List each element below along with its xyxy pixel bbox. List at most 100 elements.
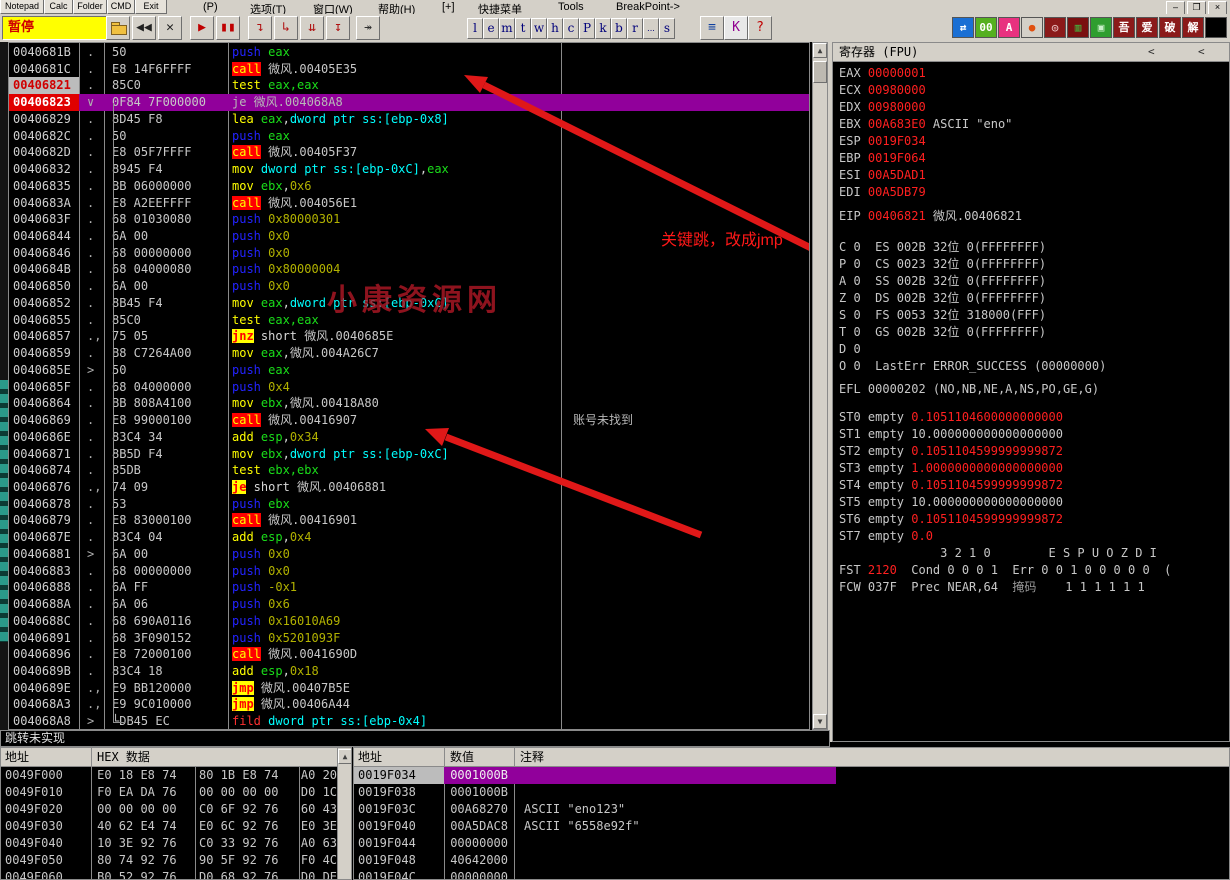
stack-row[interactable]: 0019F04840642000 [354,852,836,869]
stack-row[interactable]: 0019F0380001000B [354,784,836,801]
menu-item[interactable]: (P) [203,1,218,13]
register-line[interactable]: EIP 00406821 微风.00406821 [839,208,1229,225]
dump-row[interactable]: 0049F010F0 EA DA 7600 00 00 00D0 1C [1,784,337,801]
open-file-button[interactable] [106,16,130,40]
disasm-row[interactable]: 0040688C.68 690A0116push 0x16010A69 [9,613,809,630]
help-button[interactable]: ? [748,16,772,40]
registers-pane[interactable]: 寄存器 (FPU) < < EAX 00000001ECX 00980000ED… [832,42,1230,742]
plugin-analyzer-icon[interactable]: A [998,17,1020,38]
register-line[interactable]: EBX 00A683E0 ASCII "eno" [839,116,1229,133]
register-line[interactable]: ST4 empty 0.1051104599999999872 [839,477,1229,494]
dump-row[interactable]: 0049F05080 74 92 7690 5F 92 76F0 4C [1,852,337,869]
quickbar-button-exit[interactable]: Exit [135,0,167,14]
register-line[interactable]: ST3 empty 1.0000000000000000000 [839,460,1229,477]
plugin-52pojie-3[interactable]: 破 [1159,17,1181,38]
register-line[interactable]: EDX 00980000 [839,99,1229,116]
close-process-button[interactable]: ✕ [158,16,182,40]
dump-row[interactable]: 0049F03040 62 E4 74E0 6C 92 76E0 3E [1,818,337,835]
register-line[interactable]: ST5 empty 10.000000000000000000 [839,494,1229,511]
window-button-P[interactable]: P [579,18,595,39]
disasm-row[interactable]: 0040681B.50push eax [9,44,809,61]
register-line[interactable]: ESI 00A5DAD1 [839,167,1229,184]
disasm-row[interactable]: 00406859.B8 C7264A00mov eax,微风.004A26C7 [9,345,809,362]
dump-row[interactable]: 0049F02000 00 00 00C0 6F 92 7660 43 [1,801,337,818]
scroll-up-icon[interactable]: ▲ [813,43,827,58]
minimize-button[interactable]: – [1166,1,1185,15]
disasm-row[interactable]: 004068A3.,E9 9C010000jmp 微风.00406A44 [9,696,809,713]
register-line[interactable]: ST0 empty 0.1051104600000000000 [839,409,1229,426]
menu-item[interactable]: 帮助(H) [378,1,415,15]
restore-button[interactable]: ❐ [1187,1,1206,15]
disasm-row[interactable]: 00406891.68 3F090152push 0x5201093F [9,630,809,647]
register-line[interactable]: FST 2120 Cond 0 0 0 1 Err 0 0 1 0 0 0 0 … [839,562,1229,579]
disasm-row[interactable]: 00406881>6A 00push 0x0 [9,546,809,563]
close-button[interactable]: × [1208,1,1227,15]
register-line[interactable]: ST6 empty 0.1051104599999999872 [839,511,1229,528]
plugin-record-icon[interactable]: ● [1021,17,1043,38]
disasm-row[interactable]: 0040681C.E8 14F6FFFFcall 微风.00405E35 [9,61,809,78]
register-line[interactable]: Z 0 DS 002B 32位 0(FFFFFFFF) [839,290,1229,307]
disasm-row[interactable]: 0040685E>50push eax [9,362,809,379]
disasm-row[interactable]: 00406883.68 00000000push 0x0 [9,563,809,580]
plugin-screen-icon[interactable]: ▣ [1090,17,1112,38]
disasm-row[interactable]: 00406864.BB 808A4100mov ebx,微风.00418A80 [9,395,809,412]
register-line[interactable]: EAX 00000001 [839,65,1229,82]
disasm-row[interactable]: 0040687E.83C4 04add esp,0x4 [9,529,809,546]
menu-item[interactable]: 快捷菜单 [478,1,522,15]
disasm-row[interactable]: 00406869.E8 99000100call 微风.00416907账号未找… [9,412,809,429]
menu-item[interactable]: 选项(T) [250,1,286,15]
window-button-h[interactable]: h [547,18,563,39]
disasm-row[interactable]: 00406835.BB 06000000mov ebx,0x6 [9,178,809,195]
disasm-row[interactable]: 00406829.8D45 F8lea eax,dword ptr ss:[eb… [9,111,809,128]
window-button-c[interactable]: c [563,18,579,39]
disasm-scrollbar[interactable]: ▲ ▼ [812,42,828,730]
scroll-thumb[interactable] [813,61,827,83]
disasm-row[interactable]: 00406857.,75 05jnz short 微风.0040685E [9,328,809,345]
appearance-button[interactable]: K [724,16,748,40]
window-button-k[interactable]: k [595,18,611,39]
disasm-row[interactable]: 0040689B.83C4 18add esp,0x18 [9,663,809,680]
scroll-up-icon[interactable]: ▲ [338,749,352,764]
register-line[interactable]: 3 2 1 0 E S P U O Z D I [839,545,1229,562]
quickbar-button-notepad[interactable]: Notepad [0,0,44,14]
stack-row[interactable]: 0019F0340001000B [354,767,836,784]
window-button-m[interactable]: m [499,18,515,39]
menu-item[interactable]: [+] [442,1,455,13]
window-button-w[interactable]: w [531,18,547,39]
register-line[interactable]: P 0 CS 0023 32位 0(FFFFFFFF) [839,256,1229,273]
step-over-button[interactable]: ↳ [274,16,298,40]
plugin-swap-icon[interactable]: ⇄ [952,17,974,38]
disasm-row[interactable]: 00406832.8945 F4mov dword ptr ss:[ebp-0x… [9,161,809,178]
window-button-r[interactable]: r [627,18,643,39]
disasm-row[interactable]: 00406878.53push ebx [9,496,809,513]
register-line[interactable]: ESP 0019F034 [839,133,1229,150]
plugin-film-icon[interactable]: ▥ [1067,17,1089,38]
register-line[interactable]: EBP 0019F064 [839,150,1229,167]
register-line[interactable]: ST7 empty 0.0 [839,528,1229,545]
register-line[interactable]: ECX 00980000 [839,82,1229,99]
dump-row[interactable]: 0049F060B0 52 92 76D0 68 92 76D0 DE [1,869,337,880]
menu-item[interactable]: Tools [558,1,584,13]
register-line[interactable]: A 0 SS 002B 32位 0(FFFFFFFF) [839,273,1229,290]
quickbar-button-calc[interactable]: Calc [44,0,73,14]
register-line[interactable]: EDI 00A5DB79 [839,184,1229,201]
disasm-row[interactable]: 0040682D.E8 05F7FFFFcall 微风.00405F37 [9,144,809,161]
disasm-row[interactable]: 0040689E.,E9 BB120000jmp 微风.00407B5E [9,680,809,697]
stack-row[interactable]: 0019F04C00000000 [354,869,836,880]
disasm-row[interactable]: 0040686E.83C4 34add esp,0x34 [9,429,809,446]
window-button-t[interactable]: t [515,18,531,39]
quickbar-button-cmd[interactable]: CMD [107,0,135,14]
dump-row[interactable]: 0049F000E0 18 E8 7480 1B E8 74A0 20 [1,767,337,784]
collapse-icon[interactable]: < [1198,43,1205,61]
window-button-b[interactable]: b [611,18,627,39]
memory-dump-pane[interactable]: 地址 HEX 数据 0049F000E0 18 E8 7480 1B E8 74… [0,747,352,880]
register-line[interactable]: C 0 ES 002B 32位 0(FFFFFFFF) [839,239,1229,256]
register-line[interactable]: O 0 LastErr ERROR_SUCCESS (00000000) [839,358,1229,375]
plugin-52pojie-1[interactable]: 吾 [1113,17,1135,38]
plugin-target-icon[interactable]: ◎ [1044,17,1066,38]
plugin-black-icon[interactable] [1205,17,1227,38]
trace-over-button[interactable]: ↧ [326,16,350,40]
register-line[interactable]: S 0 FS 0053 32位 318000(FFF) [839,307,1229,324]
step-into-button[interactable]: ↴ [248,16,272,40]
disasm-row[interactable]: 0040688A.6A 06push 0x6 [9,596,809,613]
